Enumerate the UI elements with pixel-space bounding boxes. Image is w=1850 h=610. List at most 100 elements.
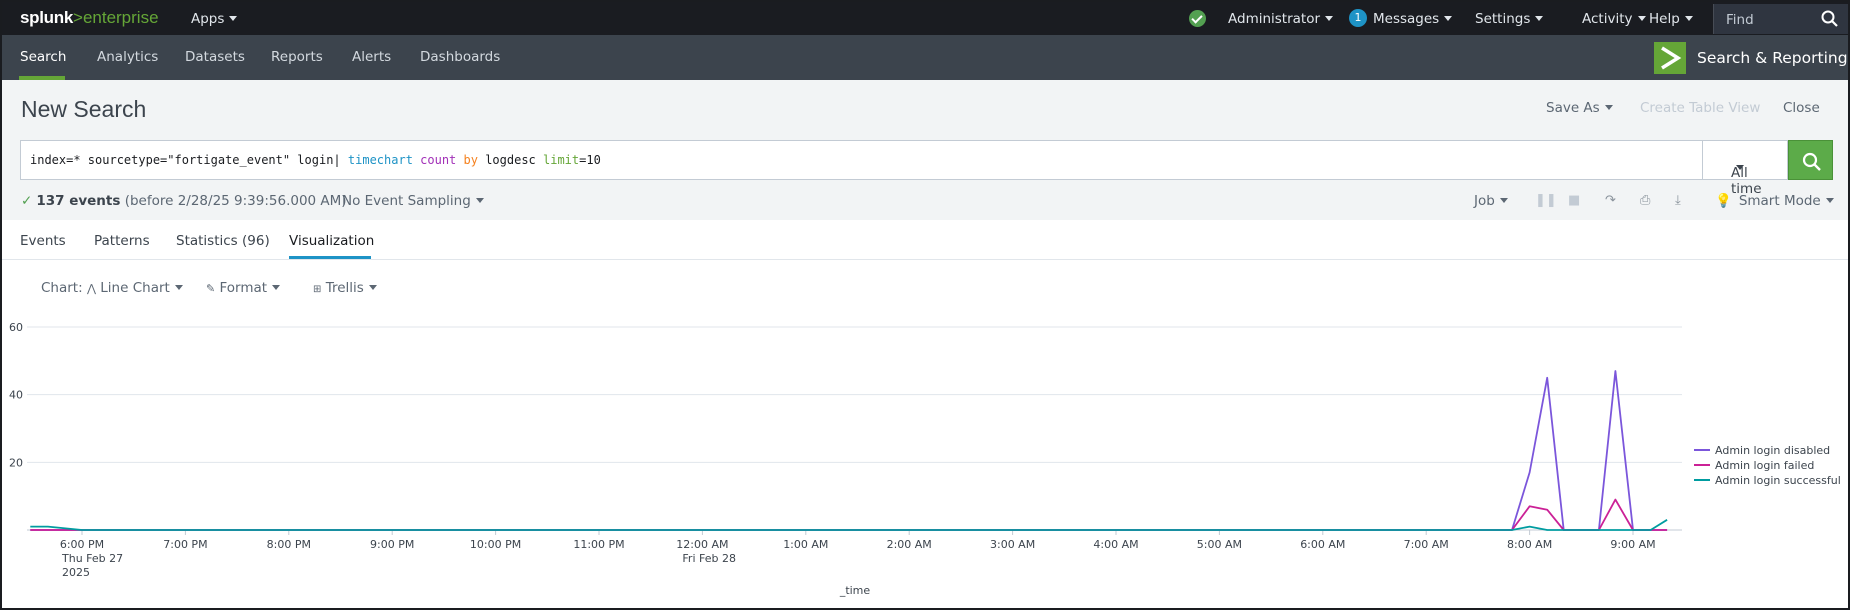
x-tick-label: 9:00 AM (1610, 538, 1655, 551)
x-tick-label: 9:00 PM (370, 538, 414, 551)
brand-main: splunk (20, 8, 73, 27)
x-tick-label: 11:00 PM (573, 538, 624, 551)
query-space (456, 153, 463, 167)
chevron-down-icon (1736, 165, 1744, 170)
activity-menu[interactable]: Activity (1582, 11, 1646, 27)
query-argument-value: =10 (579, 153, 601, 167)
job-label: Job (1474, 193, 1495, 209)
chevron-down-icon (1825, 198, 1834, 203)
x-axis-title: _time (839, 584, 871, 597)
x-tick-label: 3:00 AM (990, 538, 1035, 551)
close-button[interactable]: Close (1783, 100, 1820, 116)
x-tick-label: 5:00 AM (1197, 538, 1242, 551)
messages-label: Messages (1373, 11, 1440, 27)
x-tick-label: 2:00 AM (887, 538, 932, 551)
query-keyword: by (463, 153, 478, 167)
settings-label: Settings (1475, 11, 1531, 27)
search-icon[interactable] (1821, 10, 1838, 27)
find-input[interactable]: Find (1713, 4, 1848, 34)
chart-type-menu[interactable]: Chart: ⋀ Line Chart (41, 280, 183, 296)
help-label: Help (1649, 11, 1680, 27)
trellis-label: Trellis (325, 280, 364, 296)
chevron-down-icon (272, 285, 281, 290)
share-icon[interactable]: ↷ (1605, 193, 1616, 208)
x-tick-label: 7:00 PM (163, 538, 207, 551)
x-tick-label: 8:00 AM (1507, 538, 1552, 551)
user-menu[interactable]: Administrator (1228, 11, 1334, 27)
x-tick-label: Fri Feb 28 (682, 552, 736, 565)
nav-alerts[interactable]: Alerts (352, 49, 391, 65)
find-placeholder: Find (1726, 12, 1754, 28)
x-tick-label: 6:00 AM (1300, 538, 1345, 551)
nav-analytics[interactable]: Analytics (97, 49, 158, 65)
format-label: Format (219, 280, 268, 296)
print-icon[interactable]: ⎙ (1640, 193, 1650, 208)
chart-canvas: 20 40 60 6:00 PMThu Feb 272025 7:00 PM 8:00 P… (9, 321, 1841, 597)
y-tick-label: 20 (9, 456, 23, 469)
lightbulb-icon: 💡 (1715, 193, 1732, 209)
chevron-down-icon (1604, 105, 1613, 110)
search-query-text: index=* sourcetype="fortigate_event" log… (30, 153, 601, 167)
user-label: Administrator (1228, 11, 1321, 27)
x-tick-label: 7:00 AM (1404, 538, 1449, 551)
app-logo-icon (1654, 42, 1686, 74)
tab-visualization[interactable]: Visualization (289, 233, 374, 249)
tab-events[interactable]: Events (20, 233, 66, 249)
x-tick-label: 2025 (62, 566, 90, 579)
save-as-label: Save As (1546, 100, 1600, 116)
y-tick-label: 40 (9, 389, 23, 402)
export-icon[interactable]: ⤓ (1675, 193, 1681, 208)
search-mode-menu[interactable]: 💡 Smart Mode (1715, 193, 1834, 209)
nav-reports[interactable]: Reports (271, 49, 323, 65)
legend-label: Admin login disabled (1715, 444, 1830, 457)
save-as-button[interactable]: Save As (1546, 100, 1613, 116)
stop-icon[interactable]: ■ (1568, 193, 1580, 208)
chevron-down-icon (1325, 16, 1334, 21)
query-field: logdesc (477, 153, 543, 167)
tab-statistics[interactable]: Statistics (96) (176, 233, 270, 249)
time-range-picker[interactable]: All time (1702, 140, 1788, 197)
search-mode-label: Smart Mode (1738, 193, 1821, 209)
splunk-logo[interactable]: splunk>enterprise (20, 8, 159, 28)
chevron-down-icon (229, 16, 238, 21)
event-sampling-menu[interactable]: No Event Sampling (342, 193, 484, 209)
x-tick-label: 10:00 PM (470, 538, 521, 551)
health-ok-icon[interactable] (1189, 10, 1206, 27)
app-name: Search & Reporting (1697, 49, 1848, 67)
run-search-button[interactable] (1788, 140, 1833, 180)
format-menu[interactable]: ✎ Format (206, 280, 281, 296)
apps-menu[interactable]: Apps (191, 11, 238, 27)
create-table-view-button[interactable]: Create Table View (1640, 100, 1760, 116)
help-menu[interactable]: Help (1649, 11, 1693, 27)
x-tick-label: 4:00 AM (1093, 538, 1138, 551)
job-status: ✓ 137 events (before 2/28/25 9:39:56.000 … (21, 193, 347, 209)
apps-label: Apps (191, 11, 225, 27)
messages-menu[interactable]: Messages (1373, 11, 1453, 27)
job-time: (before 2/28/25 9:39:56.000 AM) (120, 193, 347, 209)
legend-label: Admin login failed (1715, 459, 1814, 472)
pause-icon[interactable]: ❚❚ (1535, 193, 1557, 208)
activity-label: Activity (1582, 11, 1633, 27)
chevron-down-icon (1444, 16, 1453, 21)
legend-label: Admin login successful (1715, 474, 1841, 487)
settings-menu[interactable]: Settings (1475, 11, 1544, 27)
chevron-down-icon (1499, 198, 1508, 203)
trellis-menu[interactable]: ⊞ Trellis (313, 280, 377, 296)
search-query-input[interactable]: index=* sourcetype="fortigate_event" log… (20, 140, 1703, 180)
chart-type-prefix: Chart: (41, 280, 83, 296)
brand-separator: > (73, 8, 83, 27)
x-tick-label: 8:00 PM (267, 538, 311, 551)
x-tick-label: 12:00 AM (676, 538, 728, 551)
nav-dashboards[interactable]: Dashboards (420, 49, 500, 65)
brand-sub: enterprise (82, 8, 159, 27)
nav-search[interactable]: Search (20, 49, 66, 65)
series-line (30, 519, 1668, 531)
top-bar: splunk>enterprise Apps Administrator 1 M… (2, 2, 1848, 35)
chevron-down-icon (1637, 16, 1646, 21)
x-tick-label: 1:00 AM (783, 538, 828, 551)
grid-icon: ⊞ (313, 284, 322, 295)
tab-patterns[interactable]: Patterns (94, 233, 150, 249)
query-part: index=* sourcetype="fortigate_event" log… (30, 153, 348, 167)
job-menu[interactable]: Job (1474, 193, 1508, 209)
nav-datasets[interactable]: Datasets (185, 49, 245, 65)
